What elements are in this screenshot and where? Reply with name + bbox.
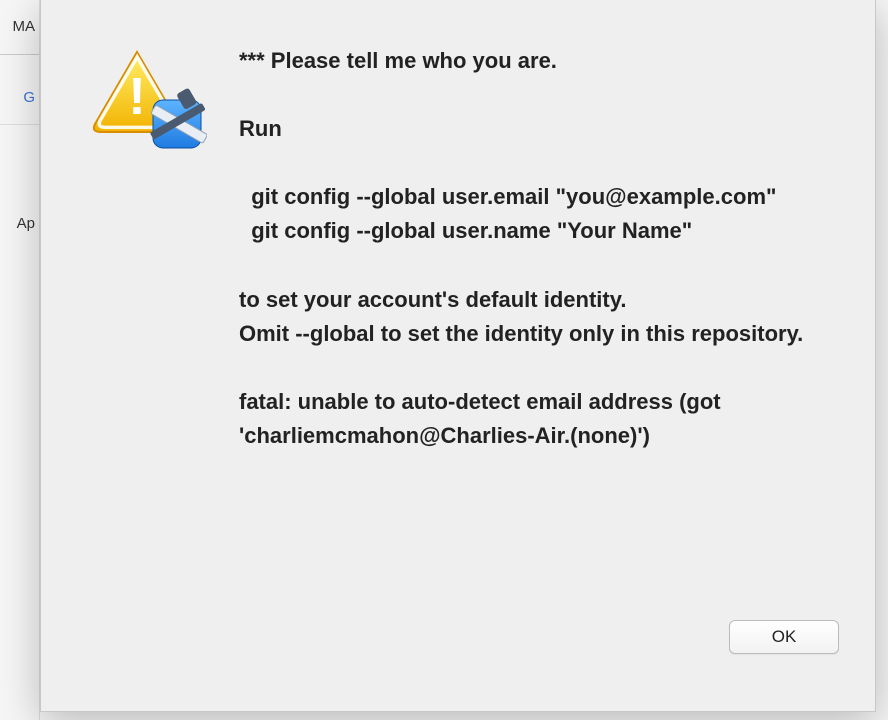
ok-button[interactable]: OK: [729, 620, 839, 654]
alert-dialog: ! *** Please tell me who you are. Run gi…: [40, 0, 876, 712]
bg-link-fragment: G: [0, 55, 39, 125]
bg-lower-fragment: Ap: [0, 125, 39, 232]
warning-icon: !: [87, 42, 207, 162]
background-window-edge: MA G Ap: [0, 0, 40, 720]
svg-text:!: !: [128, 68, 145, 126]
alert-message: *** Please tell me who you are. Run git …: [239, 44, 825, 453]
bg-toolbar-fragment: MA: [0, 0, 39, 55]
